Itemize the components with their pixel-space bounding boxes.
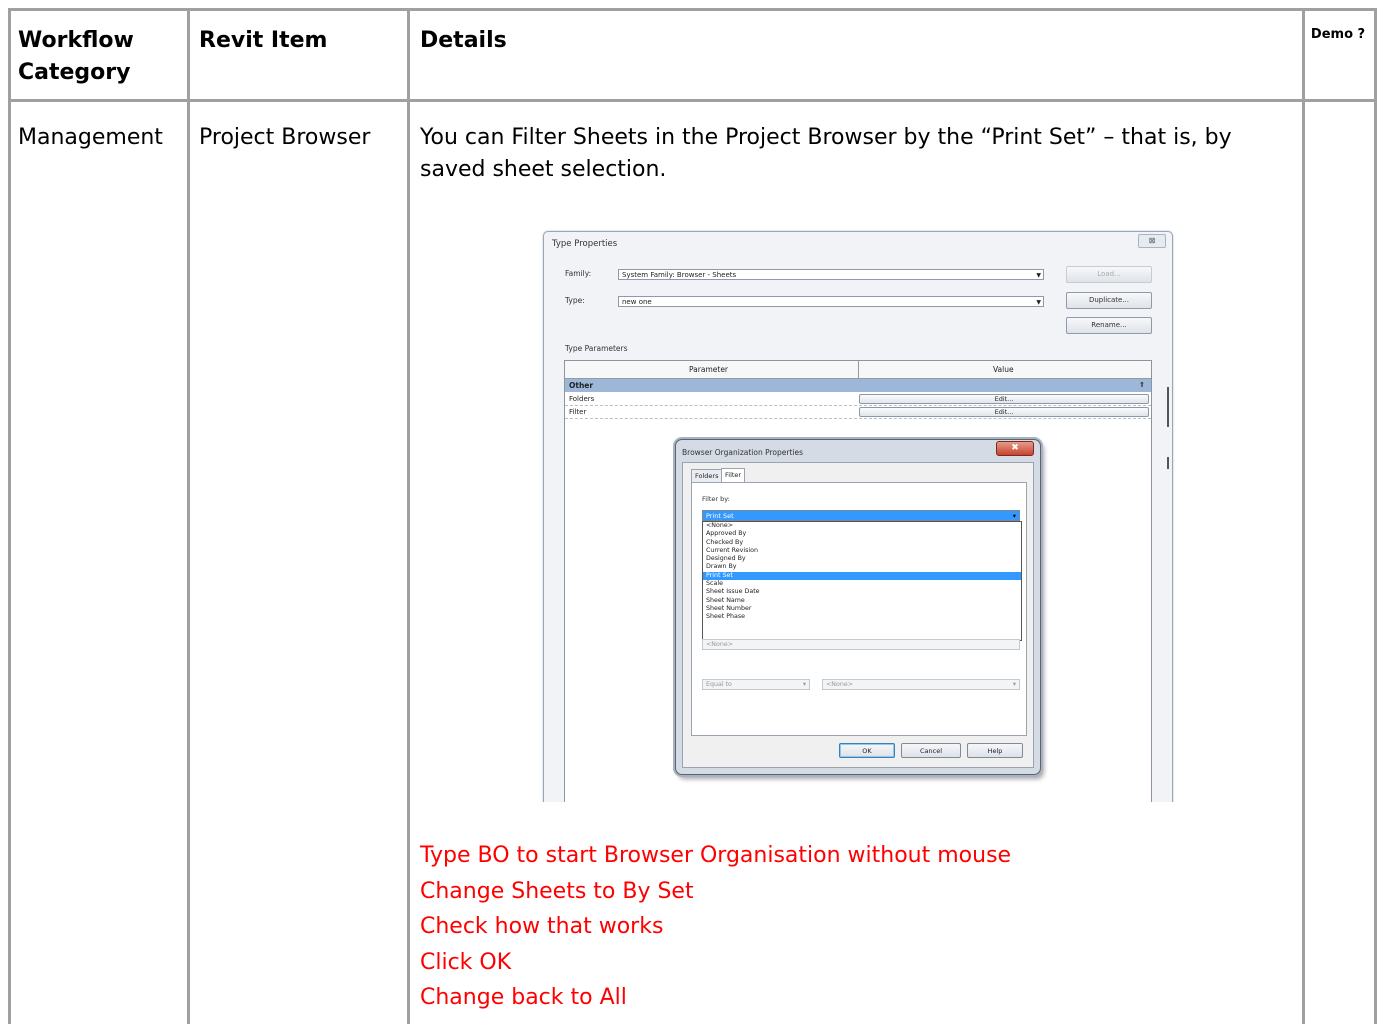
type-properties-title: Type Properties [552, 239, 618, 249]
value-value: <None> [826, 681, 853, 688]
filter-by-label: Filter by: [702, 495, 730, 503]
col-value: Value [993, 365, 1014, 374]
param-name: Folders [569, 395, 595, 403]
col-parameter: Parameter [689, 365, 729, 374]
operator-combo[interactable]: Equal to ▾ [702, 679, 810, 690]
col-divider-3 [1302, 8, 1305, 1024]
tab-filter[interactable]: Filter [721, 468, 746, 483]
value-combo[interactable]: <None> ▾ [822, 679, 1020, 690]
collapse-icon[interactable]: ⇑ [1139, 379, 1145, 392]
operator-value: Equal to [706, 681, 732, 688]
chevron-down-icon: ▾ [802, 681, 806, 688]
list-item[interactable]: Sheet Issue Date [703, 588, 1021, 596]
grid-header: Parameter Value [565, 361, 1151, 379]
grid-header-divider [858, 361, 859, 378]
param-name: Filter [569, 408, 587, 416]
chevron-down-icon: ▾ [1012, 681, 1016, 688]
type-value: new one [622, 298, 652, 306]
note-line: Click OK [420, 949, 512, 975]
load-button[interactable]: Load... [1066, 266, 1152, 283]
close-icon[interactable]: ✖ [996, 441, 1034, 456]
rename-button[interactable]: Rename... [1066, 317, 1152, 334]
table-row: Filter Edit... [565, 406, 1151, 419]
header-demo: Demo ? [1310, 27, 1366, 42]
header-revit-item: Revit Item [199, 28, 328, 53]
cell-details-notes: Type BO to start Browser Organisation wi… [420, 838, 1298, 1016]
ok-button[interactable]: OK [839, 743, 895, 758]
family-label: Family: [565, 269, 592, 278]
filter-by-dropdown-list[interactable]: <None> Approved By Checked By Current Re… [702, 521, 1022, 641]
list-item[interactable]: Checked By [703, 539, 1021, 547]
cell-demo [1310, 108, 1366, 138]
note-line: Check how that works [420, 914, 664, 939]
list-item[interactable]: Scale [703, 580, 1021, 588]
note-line: Type BO to start Browser Organisation wi… [420, 843, 1012, 868]
cell-revit-item: Project Browser [199, 125, 371, 150]
browser-organization-dialog: Browser Organization Properties ✖ Folder… [675, 439, 1041, 775]
list-item[interactable]: Designed By [703, 555, 1021, 563]
edit-button[interactable]: Edit... [859, 394, 1149, 404]
tab-folders[interactable]: Folders [691, 469, 723, 483]
family-value: System Family: Browser - Sheets [622, 271, 737, 279]
table-border-left [8, 8, 11, 1024]
list-item[interactable]: <None> [703, 522, 1021, 530]
chevron-down-icon: ▾ [1012, 512, 1016, 520]
list-item-selected[interactable]: Print Set [703, 571, 1021, 581]
type-parameters-label: Type Parameters [565, 344, 628, 353]
edge-mark [1167, 457, 1169, 469]
cell-details-text: You can Filter Sheets in the Project Bro… [420, 125, 1232, 182]
revit-screenshot: Type Properties ⊠ Family: System Family:… [537, 227, 1177, 802]
edge-mark [1167, 387, 1169, 427]
table-row: Folders Edit... [565, 393, 1151, 406]
note-line: Change Sheets to By Set [420, 878, 694, 904]
col-divider-2 [407, 8, 410, 1024]
filter-by-combo[interactable]: Print Set ▾ [702, 510, 1020, 521]
note-line: Change back to All [420, 985, 627, 1010]
table-border-top [8, 8, 1377, 11]
browser-organization-title: Browser Organization Properties [682, 448, 804, 457]
close-icon[interactable]: ⊠ [1138, 234, 1166, 248]
hidden-combo[interactable]: <None> [702, 639, 1020, 650]
list-item[interactable]: Drawn By [703, 563, 1021, 571]
group-row[interactable]: Other ⇑ [565, 379, 1151, 392]
help-button[interactable]: Help [967, 743, 1023, 758]
group-label: Other [569, 381, 594, 390]
type-combo[interactable]: new one ▼ [618, 296, 1044, 307]
family-combo[interactable]: System Family: Browser - Sheets ▼ [618, 269, 1044, 280]
header-row-divider [8, 99, 1377, 102]
cancel-button[interactable]: Cancel [901, 743, 961, 758]
filter-tab-page: Filter by: Print Set ▾ <None> Approved B… [691, 482, 1027, 736]
table-border-right [1374, 8, 1377, 1024]
edit-button[interactable]: Edit... [859, 407, 1149, 417]
dialog-body: Folders Filter Filter by: Print Set ▾ <N… [682, 462, 1034, 768]
type-label: Type: [565, 296, 585, 305]
list-item[interactable]: Sheet Number [703, 605, 1021, 613]
header-details: Details [420, 28, 507, 53]
chevron-down-icon: ▼ [1036, 299, 1041, 306]
cell-workflow-category: Management [18, 125, 163, 150]
header-workflow-category: Workflow Category [18, 28, 134, 85]
filter-by-value: Print Set [706, 512, 734, 520]
list-item[interactable]: Current Revision [703, 547, 1021, 555]
duplicate-button[interactable]: Duplicate... [1066, 292, 1152, 309]
col-divider-1 [187, 8, 190, 1024]
list-item[interactable]: Sheet Name [703, 597, 1021, 605]
list-item[interactable]: Approved By [703, 530, 1021, 538]
list-item[interactable]: Sheet Phase [703, 613, 1021, 621]
chevron-down-icon: ▼ [1036, 272, 1041, 279]
